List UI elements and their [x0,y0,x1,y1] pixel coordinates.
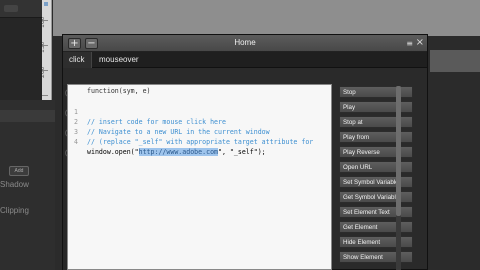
code-call: window.open(" [87,148,139,156]
ruler-corner-icon [44,2,48,6]
snippet-show-element-button[interactable]: Show Element [339,251,413,263]
snippet-set-symbol-variable-button[interactable]: Set Symbol Variable [339,176,413,188]
tab-click[interactable]: click [63,52,92,68]
snippet-stop-at-button[interactable]: Stop at [339,116,413,128]
snippet-set-element-text-button[interactable]: Set Element Text [339,206,413,218]
snippet-list: Stop Play Stop at Play from Play Reverse… [339,86,416,270]
code-line[interactable]: 3 // (replace "_self" with appropriate t… [68,117,331,146]
close-icon[interactable]: × [416,37,424,48]
dialog-titlebar[interactable]: + − Home ≡ × [63,35,427,52]
menu-icon[interactable]: ≡ [406,39,413,48]
properties-panel: Shadow Clipping Add [0,100,55,270]
snippet-stop-button[interactable]: Stop [339,86,413,98]
snippet-play-reverse-button[interactable]: Play Reverse [339,146,413,158]
code-line[interactable]: 2 // Navigate to a new URL in the curren… [68,107,331,136]
shadow-label: Shadow [0,180,29,189]
dialog-title: Home [234,38,256,47]
ruler-label: 200 [42,66,46,78]
line-number: 4 [74,138,78,146]
add-button[interactable]: Add [9,166,29,176]
code-line[interactable]: 4 window.open("http://www.adobe.com", "_… [68,127,331,156]
properties-header [0,110,55,122]
vertical-ruler: 100 150 200 [42,0,52,110]
snippet-play-from-button[interactable]: Play from [339,131,413,143]
snippet-hide-element-button[interactable]: Hide Element [339,236,413,248]
selected-url[interactable]: http://www.adobe.com [138,148,219,156]
actions-dialog: + − Home ≡ × click mouseover function(sy… [62,34,428,270]
right-background [430,36,480,270]
snippet-get-element-button[interactable]: Get Element [339,221,413,233]
event-tabs: click mouseover [63,52,427,68]
snippet-get-symbol-variable-button[interactable]: Get Symbol Variable [339,191,413,203]
snippet-play-button[interactable]: Play [339,101,413,113]
code-text: window.open("http://www.adobe.com", "_se… [87,147,266,157]
background-panel [0,0,42,100]
code-text: // (replace "_self" with appropriate tar… [87,138,314,146]
function-signature: function(sym, e) [87,87,151,95]
code-call-end: ", "_self"); [218,148,266,156]
snippet-open-url-button[interactable]: Open URL [339,161,413,173]
background-tab [0,0,42,18]
ruler-label: 150 [42,41,46,53]
right-bar [430,50,480,72]
ruler-tick [42,95,48,96]
code-editor[interactable]: function(sym, e) 1 // insert code for mo… [67,84,332,270]
clipping-label: Clipping [0,206,29,215]
background-pill [4,5,18,12]
snippet-scroll-thumb[interactable] [396,86,401,216]
stage-canvas [53,0,480,36]
ruler-label: 100 [42,16,46,28]
tab-mouseover[interactable]: mouseover [93,52,145,68]
code-line[interactable]: 1 // insert code for mouse click here [68,97,331,126]
